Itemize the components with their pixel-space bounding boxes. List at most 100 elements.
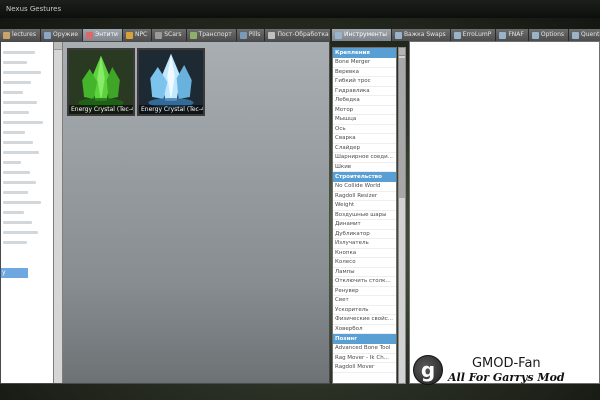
tool-item[interactable]: Дубликатор xyxy=(333,230,396,239)
tool-item[interactable]: Мышца xyxy=(333,115,396,125)
tool-item[interactable]: No Collide World xyxy=(333,182,396,192)
tool-item[interactable]: Излучатель xyxy=(333,239,396,249)
spawn-tabs: lectures Оружие Энтити NPC SCars Транспо… xyxy=(0,29,330,41)
tab-errolump[interactable]: ErroLumP xyxy=(450,29,497,41)
tool-item[interactable]: Свет xyxy=(333,296,396,306)
tool-item[interactable]: Кнопка xyxy=(333,249,396,258)
tab-label: Пост-Обработка xyxy=(277,31,329,38)
tool-item[interactable]: Динамит xyxy=(333,220,396,230)
tree-item[interactable] xyxy=(3,138,53,147)
tree-item[interactable] xyxy=(3,178,53,187)
category-header-construction[interactable]: Строительство xyxy=(333,172,396,182)
game-screen: Nexus Gestures lectures Оружие Энтити NP… xyxy=(0,0,600,400)
tab-pills[interactable]: Pills xyxy=(236,29,266,41)
tree-item-selected[interactable]: y Crystals xyxy=(1,268,28,286)
category-header-posing[interactable]: Позинг xyxy=(333,334,396,344)
tree-item[interactable] xyxy=(3,158,53,167)
tool-item[interactable]: Ускоритель xyxy=(333,306,396,315)
category-header-constraints[interactable]: Крепления xyxy=(333,48,396,58)
postprocess-icon xyxy=(268,31,276,39)
tree-item[interactable] xyxy=(3,58,53,67)
tree-item[interactable] xyxy=(3,188,53,197)
tree-item[interactable] xyxy=(3,238,53,247)
pills-icon xyxy=(239,31,247,39)
tool-item[interactable]: Веревка xyxy=(333,68,396,77)
tree-item[interactable] xyxy=(3,118,53,127)
tab-tools[interactable]: Инструменты xyxy=(332,29,392,41)
tab-label: NPC xyxy=(134,31,148,38)
watermark-text: GMOD-Fan All For Garrys Mod xyxy=(448,356,565,384)
tool-item[interactable]: Слайдер xyxy=(333,144,396,153)
tree-item[interactable] xyxy=(3,168,53,177)
tab-entities[interactable]: Энтити xyxy=(83,29,123,41)
scrollbar-thumb[interactable] xyxy=(399,58,405,198)
tool-item[interactable]: Ренувер xyxy=(333,287,396,296)
tree-item[interactable] xyxy=(3,88,53,97)
category-tree: y Crystals xyxy=(1,42,54,383)
tree-item[interactable] xyxy=(3,68,53,77)
tab-label: ErroLumP xyxy=(462,31,492,38)
tree-item[interactable] xyxy=(3,78,53,87)
tool-item[interactable]: Ось xyxy=(333,125,396,134)
tool-item[interactable]: Weight xyxy=(333,201,396,211)
tree-item[interactable] xyxy=(3,48,53,57)
entity-icon-energy-crystal-green[interactable]: Energy Crystal (Tec-47) xyxy=(67,48,135,116)
tab-quentindival[interactable]: QuentinDiVal xyxy=(569,29,600,41)
tab-weapons[interactable]: Оружие xyxy=(40,29,84,41)
tool-item[interactable]: Rag Mover - Ik Ch... xyxy=(333,354,396,363)
tool-item[interactable]: Воздушные шары xyxy=(333,211,396,220)
tab-npc[interactable]: NPC xyxy=(122,29,153,41)
tool-item[interactable]: Физические свойс... xyxy=(333,315,396,325)
tool-item[interactable]: Сварка xyxy=(333,134,396,144)
npc-icon xyxy=(125,31,133,39)
tool-item[interactable]: Ragdoll Mover xyxy=(333,363,396,373)
tab-label: SCars xyxy=(164,31,182,38)
tool-item[interactable]: Advanced Bone Tool xyxy=(333,344,396,354)
tool-properties-panel xyxy=(409,41,600,384)
tab-swaps[interactable]: Важка Swaps xyxy=(391,29,451,41)
tree-item[interactable] xyxy=(3,128,53,137)
gmod-logo-icon: g xyxy=(413,355,443,385)
tree-scrollbar[interactable] xyxy=(54,42,63,383)
weapons-icon xyxy=(43,31,51,39)
tool-item[interactable]: Шарнирное соеди... xyxy=(333,153,396,163)
tree-item[interactable] xyxy=(3,98,53,107)
tab-postprocess[interactable]: Пост-Обработка xyxy=(265,29,330,41)
tool-item[interactable]: Ховербол xyxy=(333,325,396,334)
tool-item[interactable]: Bone Merger xyxy=(333,58,396,68)
tool-item[interactable]: Шкив xyxy=(333,163,396,172)
scroll-up-arrow-icon[interactable] xyxy=(399,48,405,56)
tree-item[interactable] xyxy=(3,108,53,117)
tree-item[interactable] xyxy=(3,148,53,157)
tab-fnaf[interactable]: FNAF xyxy=(496,29,529,41)
tool-list-scrollbar[interactable] xyxy=(398,47,406,384)
tool-item[interactable]: Лебедка xyxy=(333,96,396,106)
tool-item[interactable]: Гидравлика xyxy=(333,87,396,96)
tab-options[interactable]: Options xyxy=(528,29,569,41)
tool-item[interactable]: Мотор xyxy=(333,106,396,115)
entity-label: Energy Crystal (Tec-4... xyxy=(139,105,203,114)
scroll-up-arrow-icon[interactable] xyxy=(54,42,62,50)
entity-label: Energy Crystal (Tec-47) xyxy=(69,105,133,114)
tab-label: Оружие xyxy=(52,31,79,38)
tool-item[interactable]: Гибкий трос xyxy=(333,77,396,87)
tab-vehicles[interactable]: Транспорт xyxy=(186,29,237,41)
tree-item[interactable] xyxy=(3,228,53,237)
title-bar: Nexus Gestures xyxy=(0,0,600,18)
site-watermark: g GMOD-Fan All For Garrys Mod xyxy=(413,348,600,392)
tab-label: Инструменты xyxy=(344,31,387,38)
tool-item[interactable]: Колесо xyxy=(333,258,396,268)
tab-label: FNAF xyxy=(508,31,524,38)
tree-item[interactable] xyxy=(3,208,53,217)
tool-item[interactable]: Отключить столк... xyxy=(333,277,396,287)
tool-list: Крепления Bone Merger Веревка Гибкий тро… xyxy=(332,47,397,384)
tab-label: lectures xyxy=(12,31,36,38)
tool-item[interactable]: Лампы xyxy=(333,268,396,277)
window-title: Nexus Gestures xyxy=(6,5,62,13)
tab-lectures[interactable]: lectures xyxy=(0,29,41,41)
tab-scars[interactable]: SCars xyxy=(152,29,187,41)
tree-item[interactable] xyxy=(3,198,53,207)
tool-item[interactable]: Ragdoll Resizer xyxy=(333,192,396,201)
entity-icon-energy-crystal-blue[interactable]: Energy Crystal (Tec-4... xyxy=(137,48,205,116)
tree-item[interactable] xyxy=(3,218,53,227)
